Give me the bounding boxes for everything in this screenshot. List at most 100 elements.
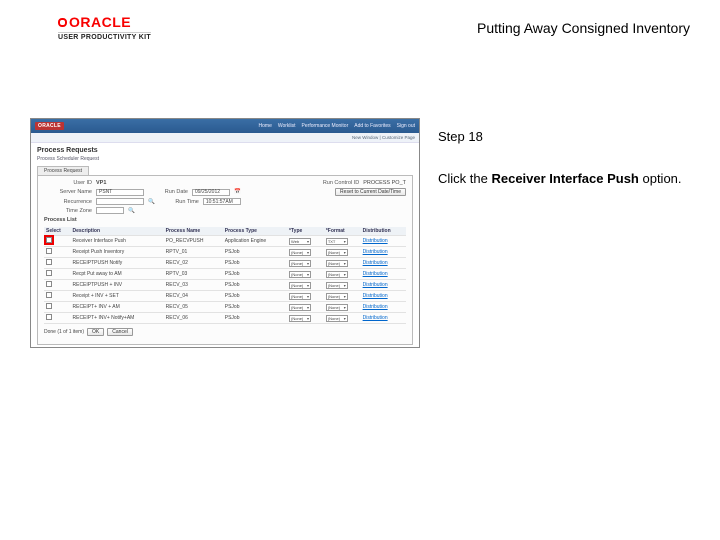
table-row: RECEIPT+ INV + AMRECV_05PSJob(None)▾(Non…: [44, 302, 406, 313]
row-distribution-link[interactable]: Distribution: [361, 269, 406, 280]
cancel-button[interactable]: Cancel: [107, 328, 133, 336]
page-title: Process Requests: [37, 147, 413, 154]
row-format-select[interactable]: (None)▾: [326, 271, 348, 278]
instruction-panel: Step 18 Click the Receiver Interface Pus…: [438, 128, 690, 188]
row-distribution-link[interactable]: Distribution: [361, 280, 406, 291]
breadcrumb-links[interactable]: New Window | Customize Page: [352, 135, 415, 140]
recurrence-select[interactable]: [96, 198, 144, 205]
nav-home[interactable]: Home: [259, 123, 272, 129]
embedded-screenshot: ORACLE Home Worklist Performance Monitor…: [30, 118, 420, 348]
table-row: RECEIPTPUSH + INVRECV_03PSJob(None)▾(Non…: [44, 280, 406, 291]
run-time-label: Run Time: [159, 199, 199, 205]
row-distribution-link[interactable]: Distribution: [361, 258, 406, 269]
row-description: Receipt + INV + SET: [71, 291, 164, 302]
row-description: Receipt Push Inventory: [71, 247, 164, 258]
doc-title: Putting Away Consigned Inventory: [477, 20, 690, 36]
process-list-heading: Process List: [44, 217, 406, 223]
row-type-select[interactable]: (None)▾: [289, 271, 311, 278]
nav-signout[interactable]: Sign out: [397, 123, 415, 129]
row-format-select[interactable]: (None)▾: [326, 249, 348, 256]
row-distribution-link[interactable]: Distribution: [361, 302, 406, 313]
row-type-select[interactable]: (None)▾: [289, 282, 311, 289]
request-panel: User ID VP1 Run Control ID PROCESS PO_T …: [37, 175, 413, 345]
row-distribution-link[interactable]: Distribution: [361, 247, 406, 258]
nav-perfmon[interactable]: Performance Monitor: [302, 123, 349, 129]
app-topbar: ORACLE Home Worklist Performance Monitor…: [31, 119, 419, 133]
run-date-input[interactable]: 09/25/2012: [192, 189, 230, 196]
row-format-select[interactable]: (None)▾: [326, 282, 348, 289]
row-type-select[interactable]: (None)▾: [289, 304, 311, 311]
tab-process-request[interactable]: Process Request: [37, 166, 89, 175]
step-label: Step 18: [438, 128, 690, 146]
calendar-icon[interactable]: 📅: [234, 189, 241, 195]
app-oracle-logo: ORACLE: [35, 122, 64, 130]
ok-button[interactable]: OK: [87, 328, 104, 336]
table-row: Recpt Put away to AMRPTV_03PSJob(None)▾(…: [44, 269, 406, 280]
row-process-type: PSJob: [223, 269, 287, 280]
run-control-label: Run Control ID: [299, 180, 359, 186]
col-process-name: Process Name: [164, 227, 223, 236]
row-type-select[interactable]: Web▾: [289, 238, 311, 245]
row-checkbox[interactable]: [46, 237, 52, 243]
row-type-select[interactable]: (None)▾: [289, 249, 311, 256]
row-process-type: PSJob: [223, 247, 287, 258]
lookup-icon-2[interactable]: 🔍: [128, 208, 135, 214]
row-process-name: RPTV_01: [164, 247, 223, 258]
reset-date-button[interactable]: Reset to Current Date/Time: [335, 188, 406, 196]
table-row: Receiver Interface PushPO_RECVPUSHApplic…: [44, 236, 406, 247]
table-row: Receipt Push InventoryRPTV_01PSJob(None)…: [44, 247, 406, 258]
row-checkbox[interactable]: [46, 292, 52, 298]
col-distribution: Distribution: [361, 227, 406, 236]
done-status-text: Done (1 of 1 item): [44, 329, 84, 335]
nav-favorites[interactable]: Add to Favorites: [354, 123, 390, 129]
oracle-logo: ORACLE: [58, 14, 151, 30]
row-checkbox[interactable]: [46, 248, 52, 254]
row-format-select[interactable]: (None)▾: [326, 315, 348, 322]
row-distribution-link[interactable]: Distribution: [361, 313, 406, 324]
row-format-select[interactable]: (None)▾: [326, 293, 348, 300]
oracle-o-icon: [58, 18, 67, 27]
row-process-name: RECV_03: [164, 280, 223, 291]
run-control-value: PROCESS PO_T: [363, 180, 406, 186]
row-description: RECEIPT+ INV + AM: [71, 302, 164, 313]
col-process-type: Process Type: [223, 227, 287, 236]
row-format-select[interactable]: TXT▾: [326, 238, 348, 245]
row-type-select[interactable]: (None)▾: [289, 293, 311, 300]
row-distribution-link[interactable]: Distribution: [361, 236, 406, 247]
row-format-select[interactable]: (None)▾: [326, 260, 348, 267]
row-process-type: PSJob: [223, 291, 287, 302]
row-distribution-link[interactable]: Distribution: [361, 291, 406, 302]
lookup-icon[interactable]: 🔍: [148, 199, 155, 205]
server-name-select[interactable]: PSNT: [96, 189, 144, 196]
upk-label: USER PRODUCTIVITY KIT: [58, 32, 151, 41]
row-description: RECEIPTPUSH Notify: [71, 258, 164, 269]
row-description: RECEIPT+ INV+ Notify+AM: [71, 313, 164, 324]
time-zone-label: Time Zone: [44, 208, 92, 214]
row-process-type: PSJob: [223, 280, 287, 291]
instruction-target: Receiver Interface Push: [491, 171, 638, 186]
panel-footer: Done (1 of 1 item) OK Cancel: [44, 328, 406, 336]
row-process-name: RECV_02: [164, 258, 223, 269]
row-process-type: PSJob: [223, 258, 287, 269]
row-format-select[interactable]: (None)▾: [326, 304, 348, 311]
time-zone-input[interactable]: [96, 207, 124, 214]
row-process-name: RECV_05: [164, 302, 223, 313]
row-type-select[interactable]: (None)▾: [289, 260, 311, 267]
app-body: Process Requests Process Scheduler Reque…: [31, 143, 419, 348]
row-checkbox[interactable]: [46, 281, 52, 287]
col-description: Description: [71, 227, 164, 236]
row-checkbox[interactable]: [46, 314, 52, 320]
row-process-name: RECV_06: [164, 313, 223, 324]
run-time-input[interactable]: 10:51:57AM: [203, 198, 241, 205]
row-type-select[interactable]: (None)▾: [289, 315, 311, 322]
table-row: RECEIPT+ INV+ Notify+AMRECV_06PSJob(None…: [44, 313, 406, 324]
row-checkbox[interactable]: [46, 270, 52, 276]
row-checkbox[interactable]: [46, 259, 52, 265]
row-process-name: PO_RECVPUSH: [164, 236, 223, 247]
nav-worklist[interactable]: Worklist: [278, 123, 296, 129]
page-subtitle: Process Scheduler Request: [37, 156, 413, 162]
recurrence-label: Recurrence: [44, 199, 92, 205]
app-breadcrumb: New Window | Customize Page: [31, 133, 419, 143]
doc-header: ORACLE USER PRODUCTIVITY KIT Putting Awa…: [58, 14, 690, 41]
row-checkbox[interactable]: [46, 303, 52, 309]
